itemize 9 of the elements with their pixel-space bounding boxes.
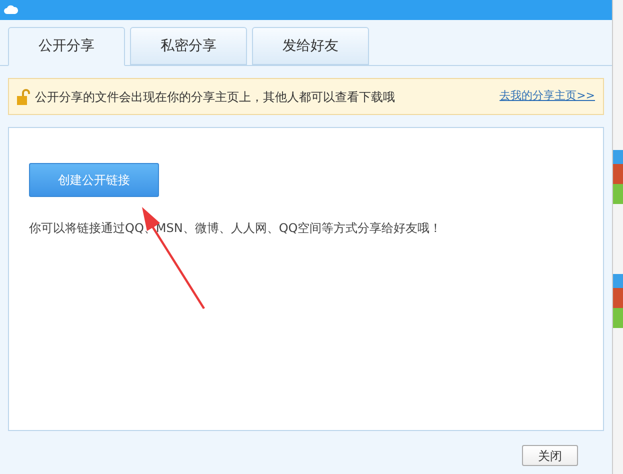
cloud-logo-icon	[4, 4, 18, 16]
tab[interactable]: 发给好友	[252, 27, 369, 65]
hint-text: 你可以将链接通过QQ、MSN、微博、人人网、QQ空间等方式分享给好友哦！	[29, 220, 443, 237]
notice-text: 公开分享的文件会出现在你的分享主页上，其他人都可以查看下载哦	[35, 88, 395, 106]
unlocked-padlock-icon	[17, 88, 31, 104]
tab[interactable]: 私密分享	[130, 27, 247, 65]
close-button[interactable]: 关闭	[522, 445, 578, 466]
share-homepage-link[interactable]: 去我的分享主页>>	[500, 88, 595, 105]
tab[interactable]: 公开分享	[8, 27, 125, 66]
